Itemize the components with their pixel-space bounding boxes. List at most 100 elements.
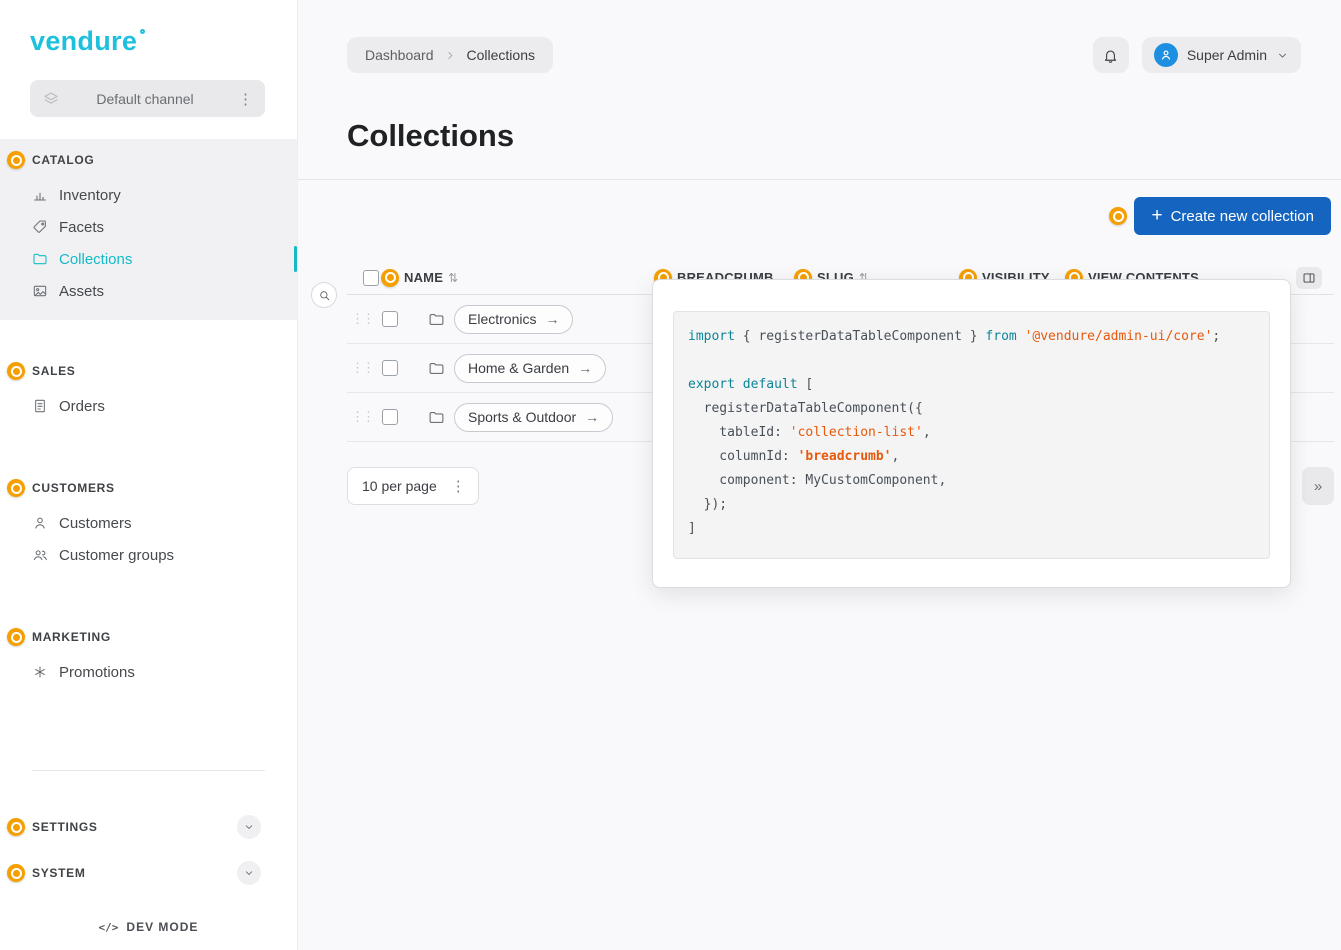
- sidebar-item-label: Inventory: [59, 187, 121, 204]
- receipt-icon: [32, 398, 48, 414]
- sidebar-item-collections[interactable]: Collections: [0, 243, 297, 275]
- drag-handle-icon[interactable]: ⋮⋮: [351, 311, 373, 327]
- dev-mode-badge[interactable]: [7, 151, 25, 169]
- arrow-right-icon: →: [585, 409, 599, 425]
- section-label: CATALOG: [32, 153, 94, 167]
- kebab-icon[interactable]: ⋮: [443, 475, 474, 497]
- vendure-logo: vendure: [30, 28, 297, 55]
- chevron-down-icon: [243, 821, 255, 833]
- column-header-name[interactable]: NAME ⇅: [381, 269, 654, 287]
- sidebar-item-label: Customer groups: [59, 547, 174, 564]
- next-page-button[interactable]: »: [1302, 467, 1334, 505]
- drag-handle-icon[interactable]: ⋮⋮: [351, 409, 373, 425]
- sidebar-item-customers[interactable]: Customers: [0, 507, 297, 539]
- create-collection-label: Create new collection: [1171, 208, 1314, 225]
- sidebar-item-label: Orders: [59, 398, 105, 415]
- sidebar: vendure Default channel ⋮ CATALOG Invent…: [0, 0, 298, 950]
- users-icon: [32, 547, 48, 563]
- section-header-marketing: MARKETING: [0, 625, 297, 649]
- select-all-checkbox[interactable]: [363, 270, 379, 286]
- avatar: [1154, 43, 1178, 67]
- layers-icon: [42, 90, 60, 108]
- expand-system-button[interactable]: [237, 861, 261, 885]
- nav-list-sales: Orders: [0, 390, 297, 422]
- dev-mode-badge[interactable]: [7, 864, 25, 882]
- section-label: MARKETING: [32, 630, 111, 644]
- page-title: Collections: [347, 119, 1341, 153]
- main-content: Dashboard Collections Super Admin Collec…: [298, 0, 1341, 950]
- arrow-right-icon: →: [545, 311, 559, 327]
- sidebar-item-label: Promotions: [59, 664, 135, 681]
- collection-name-button[interactable]: Sports & Outdoor →: [454, 403, 613, 432]
- nav-section-sales: SALES Orders: [0, 359, 297, 422]
- nav-list-marketing: Promotions: [0, 656, 297, 688]
- breadcrumb-dashboard[interactable]: Dashboard: [365, 47, 434, 63]
- breadcrumb-collections[interactable]: Collections: [467, 47, 535, 63]
- sidebar-item-label: Facets: [59, 219, 104, 236]
- section-label: CUSTOMERS: [32, 481, 115, 495]
- collection-name-button[interactable]: Electronics →: [454, 305, 573, 334]
- notifications-button[interactable]: [1093, 37, 1129, 73]
- logo-text: vendure: [30, 28, 137, 55]
- row-checkbox[interactable]: [382, 311, 398, 327]
- kebab-icon[interactable]: ⋮: [230, 88, 261, 110]
- chevron-right-icon: [444, 49, 457, 62]
- dev-mode-toggle[interactable]: </> DEV MODE: [0, 920, 297, 934]
- column-header-label: NAME: [404, 270, 443, 285]
- dev-mode-badge[interactable]: [7, 362, 25, 380]
- sidebar-item-facets[interactable]: Facets: [0, 211, 297, 243]
- app-root: vendure Default channel ⋮ CATALOG Invent…: [0, 0, 1341, 950]
- sidebar-item-orders[interactable]: Orders: [0, 390, 297, 422]
- dev-mode-badge[interactable]: [7, 628, 25, 646]
- per-page-label: 10 per page: [362, 478, 437, 494]
- nav-section-customers: CUSTOMERS Customers Customer groups: [0, 476, 297, 571]
- sidebar-section-settings[interactable]: SETTINGS: [0, 809, 297, 845]
- nav-list-catalog: Inventory Facets Collections Assets: [0, 179, 297, 307]
- channel-label: Default channel: [60, 91, 230, 107]
- dev-mode-badge[interactable]: [7, 818, 25, 836]
- columns-icon: [1302, 271, 1316, 285]
- arrow-right-icon: →: [578, 360, 592, 376]
- sidebar-item-promotions[interactable]: Promotions: [0, 656, 297, 688]
- user-name: Super Admin: [1187, 47, 1267, 63]
- folder-icon: [428, 409, 445, 426]
- collection-name-label: Home & Garden: [468, 360, 569, 376]
- section-header-customers: CUSTOMERS: [0, 476, 297, 500]
- user-menu[interactable]: Super Admin: [1142, 37, 1301, 73]
- expand-settings-button[interactable]: [237, 815, 261, 839]
- search-button[interactable]: [311, 282, 337, 308]
- chevron-down-icon: [243, 867, 255, 879]
- row-checkbox[interactable]: [382, 360, 398, 376]
- sidebar-item-inventory[interactable]: Inventory: [0, 179, 297, 211]
- sidebar-item-label: Assets: [59, 283, 104, 300]
- code-block: import { registerDataTableComponent } fr…: [673, 311, 1270, 559]
- row-checkbox[interactable]: [382, 409, 398, 425]
- dev-mode-badge[interactable]: [381, 269, 399, 287]
- dev-mode-label: DEV MODE: [126, 920, 198, 934]
- dev-mode-badge[interactable]: [7, 479, 25, 497]
- column-picker-button[interactable]: [1296, 267, 1322, 289]
- breadcrumb: Dashboard Collections: [347, 37, 553, 73]
- search-icon: [318, 289, 331, 302]
- section-label: SETTINGS: [32, 820, 98, 834]
- collection-name-label: Electronics: [468, 311, 536, 327]
- sidebar-item-customer-groups[interactable]: Customer groups: [0, 539, 297, 571]
- drag-handle-icon[interactable]: ⋮⋮: [351, 360, 373, 376]
- folder-icon: [32, 251, 48, 267]
- tag-icon: [32, 219, 48, 235]
- sidebar-item-assets[interactable]: Assets: [0, 275, 297, 307]
- logo-dot-icon: [140, 29, 145, 34]
- section-header-catalog: CATALOG: [0, 148, 297, 172]
- section-label: SALES: [32, 364, 76, 378]
- per-page-select[interactable]: 10 per page ⋮: [347, 467, 479, 505]
- sort-icon[interactable]: ⇅: [448, 271, 458, 285]
- sidebar-section-system[interactable]: SYSTEM: [0, 855, 297, 891]
- sidebar-divider: [32, 770, 265, 771]
- collection-name-button[interactable]: Home & Garden →: [454, 354, 606, 383]
- create-collection-button[interactable]: + Create new collection: [1134, 197, 1331, 235]
- image-icon: [32, 283, 48, 299]
- chevron-down-icon: [1276, 49, 1289, 62]
- channel-selector[interactable]: Default channel ⋮: [30, 80, 265, 117]
- dev-mode-badge[interactable]: [1109, 207, 1127, 225]
- code-icon: </>: [99, 921, 119, 934]
